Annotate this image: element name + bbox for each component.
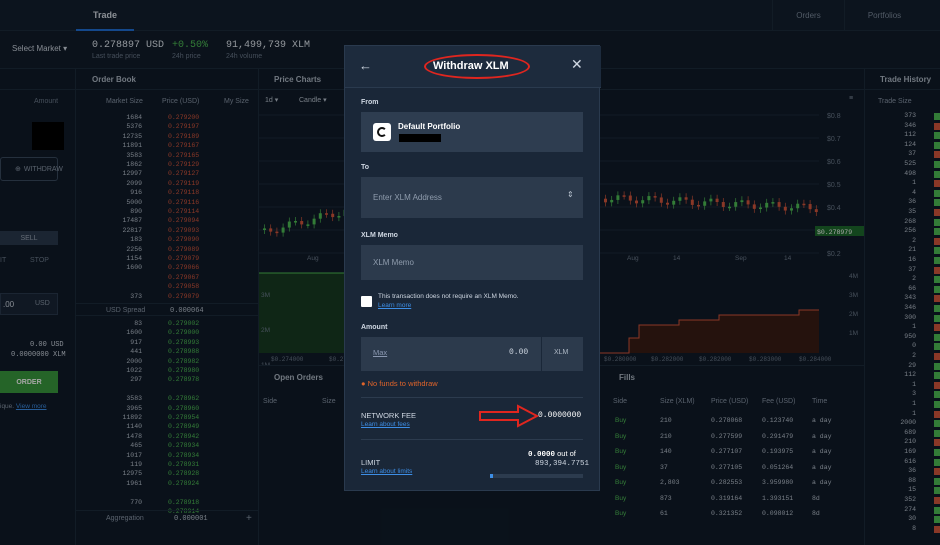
to-address-select[interactable]: Enter XLM Address ⇕	[361, 177, 583, 218]
fees-link[interactable]: Learn about fees	[361, 421, 410, 428]
limit-progress-bar	[490, 474, 583, 478]
no-memo-checkbox[interactable]	[361, 296, 372, 307]
portfolio-logo-icon	[373, 123, 391, 141]
amount-label-modal: Amount	[361, 324, 388, 331]
limits-link[interactable]: Learn about limits	[361, 468, 412, 475]
no-memo-text: This transaction does not require an XLM…	[378, 293, 519, 300]
app-page: Trade Orders Portfolios Select Market ▾ …	[0, 0, 940, 545]
limit-label: LIMIT	[361, 458, 381, 467]
amount-value: 0.00	[509, 348, 529, 357]
memo-input[interactable]: XLM Memo	[361, 245, 583, 280]
amount-input-modal[interactable]: Max 0.00 XLM	[361, 337, 583, 371]
to-address-placeholder: Enter XLM Address	[373, 193, 442, 202]
annotation-circle	[424, 54, 530, 79]
limit-total: 893,394.7751	[535, 460, 590, 468]
amount-unit: XLM	[554, 349, 569, 356]
chevron-updown-icon: ⇕	[567, 190, 574, 199]
annotation-arrow	[479, 404, 540, 428]
redacted-portfolio-balance	[399, 134, 441, 142]
from-portfolio-name: Default Portfolio	[398, 121, 461, 131]
back-arrow-icon[interactable]: ←	[359, 58, 372, 73]
close-icon[interactable]: ✕	[571, 56, 583, 73]
learn-more-link[interactable]: Learn more	[378, 302, 411, 309]
to-label: To	[361, 164, 370, 171]
limit-value: 0.0000 out of	[528, 449, 576, 459]
max-button[interactable]: Max	[373, 348, 387, 357]
from-label: From	[361, 99, 379, 106]
network-fee-value: 0.0000000	[538, 411, 582, 420]
withdraw-modal: ← Withdraw XLM ✕ From Default Portfolio …	[344, 45, 601, 491]
from-portfolio-select[interactable]: Default Portfolio	[361, 112, 583, 152]
modal-header: ← Withdraw XLM ✕	[345, 46, 601, 88]
no-funds-error: ● No funds to withdraw	[361, 379, 438, 388]
network-fee-label: NETWORK FEE	[361, 411, 417, 420]
error-dot-icon: ●	[361, 379, 366, 388]
memo-label: XLM Memo	[361, 232, 398, 239]
